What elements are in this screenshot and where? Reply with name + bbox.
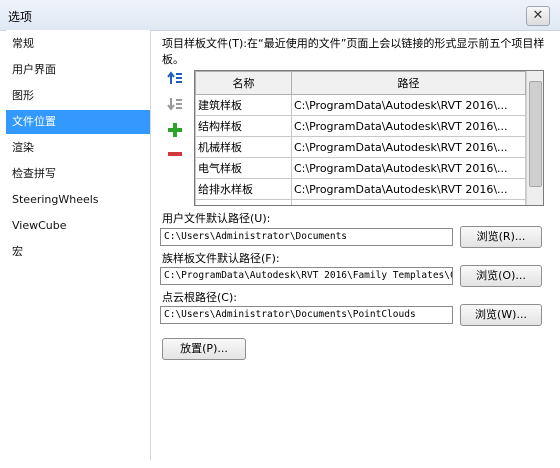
- sidebar-item-steeringwheels[interactable]: SteeringWheels: [6, 188, 150, 212]
- close-button[interactable]: ✕: [526, 6, 550, 26]
- window-title: 选项: [8, 10, 33, 24]
- sidebar-item-graphics[interactable]: 图形: [6, 84, 150, 108]
- sidebar-item-label: 检查拼写: [12, 167, 56, 180]
- template-name[interactable]: 建筑样板: [195, 94, 292, 116]
- move-down-button[interactable]: [166, 96, 184, 114]
- table-row[interactable]: 建筑样板 C:\ProgramData\Autodesk\RVT 2016\..…: [195, 94, 526, 116]
- template-name[interactable]: 给排水样板: [195, 178, 292, 200]
- empty-cell[interactable]: [195, 199, 292, 205]
- family-templates-label: 族样板文件默认路径(F):: [162, 252, 280, 265]
- sidebar-item-macros[interactable]: 宏: [6, 240, 150, 264]
- empty-cell[interactable]: [291, 199, 526, 205]
- family-templates-path-input[interactable]: C:\ProgramData\Autodesk\RVT 2016\Family …: [160, 267, 453, 285]
- sidebar-item-general[interactable]: 常规: [6, 32, 150, 56]
- table-header: 名称 路径: [195, 71, 526, 95]
- title-bar: 选项 ✕: [0, 0, 560, 31]
- sidebar-item-label: ViewCube: [12, 219, 67, 232]
- options-dialog: 选项 ✕ 常规 用户界面 图形 文件位置 渲染 检查拼写 SteeringWhe…: [0, 0, 560, 468]
- sidebar-item-viewcube[interactable]: ViewCube: [6, 214, 150, 238]
- sidebar-item-user-interface[interactable]: 用户界面: [6, 58, 150, 82]
- template-name[interactable]: 电气样板: [195, 157, 292, 179]
- sidebar-item-label: 常规: [12, 37, 34, 50]
- point-cloud-path-input[interactable]: C:\Users\Administrator\Documents\PointCl…: [160, 306, 453, 324]
- sidebar-item-label: 用户界面: [12, 63, 56, 76]
- places-button[interactable]: 放置(P)...: [162, 338, 246, 360]
- sidebar-item-spelling[interactable]: 检查拼写: [6, 162, 150, 186]
- move-up-button[interactable]: [166, 70, 184, 88]
- template-path[interactable]: C:\ProgramData\Autodesk\RVT 2016\...: [291, 157, 526, 179]
- close-icon: ✕: [532, 8, 544, 23]
- template-path[interactable]: C:\ProgramData\Autodesk\RVT 2016\...: [291, 136, 526, 158]
- move-down-icon: [167, 98, 182, 111]
- table-scrollbar[interactable]: [526, 71, 543, 205]
- project-templates-table: 名称 路径 建筑样板 C:\ProgramData\Autodesk\RVT 2…: [194, 70, 544, 206]
- sidebar-item-label: 宏: [12, 245, 23, 258]
- project-templates-description: 项目样板文件(T):在“最近使用的文件”页面上会以链接的形式显示前五个项目样板。: [162, 37, 545, 66]
- user-files-path-input[interactable]: C:\Users\Administrator\Documents: [160, 228, 453, 246]
- point-cloud-label: 点云根路径(C):: [162, 291, 237, 304]
- table-row[interactable]: 电气样板 C:\ProgramData\Autodesk\RVT 2016\..…: [195, 157, 526, 179]
- browse-user-files-button[interactable]: 浏览(R)...: [460, 226, 542, 248]
- table-row[interactable]: 结构样板 C:\ProgramData\Autodesk\RVT 2016\..…: [195, 115, 526, 137]
- table-row[interactable]: 机械样板 C:\ProgramData\Autodesk\RVT 2016\..…: [195, 136, 526, 158]
- sidebar: 常规 用户界面 图形 文件位置 渲染 检查拼写 SteeringWheels V…: [6, 30, 151, 460]
- template-name[interactable]: 机械样板: [195, 136, 292, 158]
- move-up-icon: [167, 71, 182, 84]
- sidebar-item-rendering[interactable]: 渲染: [6, 136, 150, 160]
- sidebar-item-label: 渲染: [12, 141, 34, 154]
- template-name[interactable]: 结构样板: [195, 115, 292, 137]
- sidebar-item-label: SteeringWheels: [12, 193, 99, 206]
- browse-point-cloud-button[interactable]: 浏览(W)...: [460, 304, 542, 326]
- add-template-button[interactable]: [166, 122, 184, 140]
- template-path[interactable]: C:\ProgramData\Autodesk\RVT 2016\...: [291, 115, 526, 137]
- table-row-empty[interactable]: [195, 199, 526, 205]
- template-path[interactable]: C:\ProgramData\Autodesk\RVT 2016\...: [291, 178, 526, 200]
- table-row[interactable]: 给排水样板 C:\ProgramData\Autodesk\RVT 2016\.…: [195, 178, 526, 200]
- column-header-path[interactable]: 路径: [291, 71, 526, 95]
- add-icon: [168, 123, 182, 137]
- browse-family-templates-button[interactable]: 浏览(O)...: [460, 265, 542, 287]
- remove-icon: [168, 152, 182, 156]
- template-path[interactable]: C:\ProgramData\Autodesk\RVT 2016\...: [291, 94, 526, 116]
- scrollbar-thumb[interactable]: [529, 81, 542, 187]
- sidebar-item-file-locations[interactable]: 文件位置: [6, 110, 150, 134]
- sidebar-item-label: 图形: [12, 89, 34, 102]
- file-locations-panel: 项目样板文件(T):在“最近使用的文件”页面上会以链接的形式显示前五个项目样板。: [158, 30, 554, 460]
- user-files-label: 用户文件默认路径(U):: [162, 212, 271, 225]
- sidebar-item-label: 文件位置: [12, 115, 56, 128]
- remove-template-button[interactable]: [166, 146, 184, 164]
- column-header-name[interactable]: 名称: [195, 71, 292, 95]
